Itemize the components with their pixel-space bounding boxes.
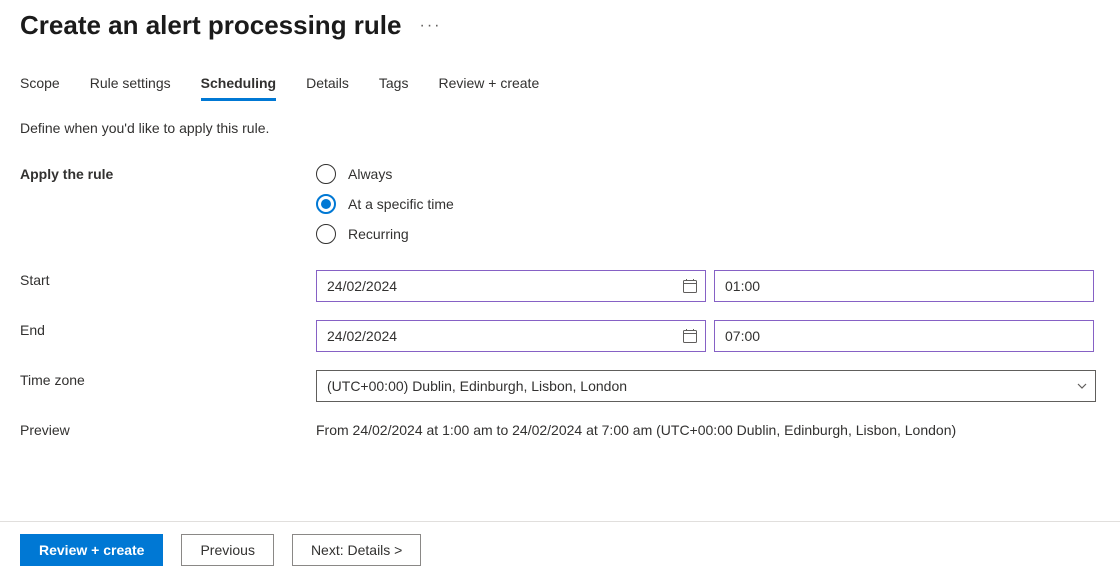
tab-scope[interactable]: Scope [20,69,60,101]
end-time-input[interactable] [714,320,1094,352]
tab-description: Define when you'd like to apply this rul… [20,120,1100,136]
radio-specific-time[interactable]: At a specific time [316,194,1100,214]
end-label: End [20,320,316,338]
apply-rule-label: Apply the rule [20,164,316,182]
radio-always[interactable]: Always [316,164,1100,184]
next-button[interactable]: Next: Details > [292,534,421,566]
apply-rule-radio-group: Always At a specific time Recurring [316,164,1100,244]
radio-recurring[interactable]: Recurring [316,224,1100,244]
page-title: Create an alert processing rule [20,10,401,41]
tab-review-create[interactable]: Review + create [438,69,539,101]
tab-rule-settings[interactable]: Rule settings [90,69,171,101]
tab-bar: Scope Rule settings Scheduling Details T… [20,69,1100,102]
start-date-input[interactable] [316,270,706,302]
preview-label: Preview [20,420,316,438]
radio-recurring-label: Recurring [348,226,409,242]
timezone-select[interactable] [316,370,1096,402]
footer-bar: Review + create Previous Next: Details > [0,521,1120,578]
radio-icon [316,194,336,214]
start-label: Start [20,270,316,288]
start-time-input[interactable] [714,270,1094,302]
radio-icon [316,164,336,184]
preview-text: From 24/02/2024 at 1:00 am to 24/02/2024… [316,420,1100,438]
end-date-input[interactable] [316,320,706,352]
tab-scheduling[interactable]: Scheduling [201,69,276,101]
timezone-label: Time zone [20,370,316,388]
radio-icon [316,224,336,244]
radio-specific-time-label: At a specific time [348,196,454,212]
tab-details[interactable]: Details [306,69,349,101]
more-actions-icon[interactable]: ··· [419,17,441,35]
previous-button[interactable]: Previous [181,534,273,566]
review-create-button[interactable]: Review + create [20,534,163,566]
radio-always-label: Always [348,166,392,182]
tab-tags[interactable]: Tags [379,69,409,101]
